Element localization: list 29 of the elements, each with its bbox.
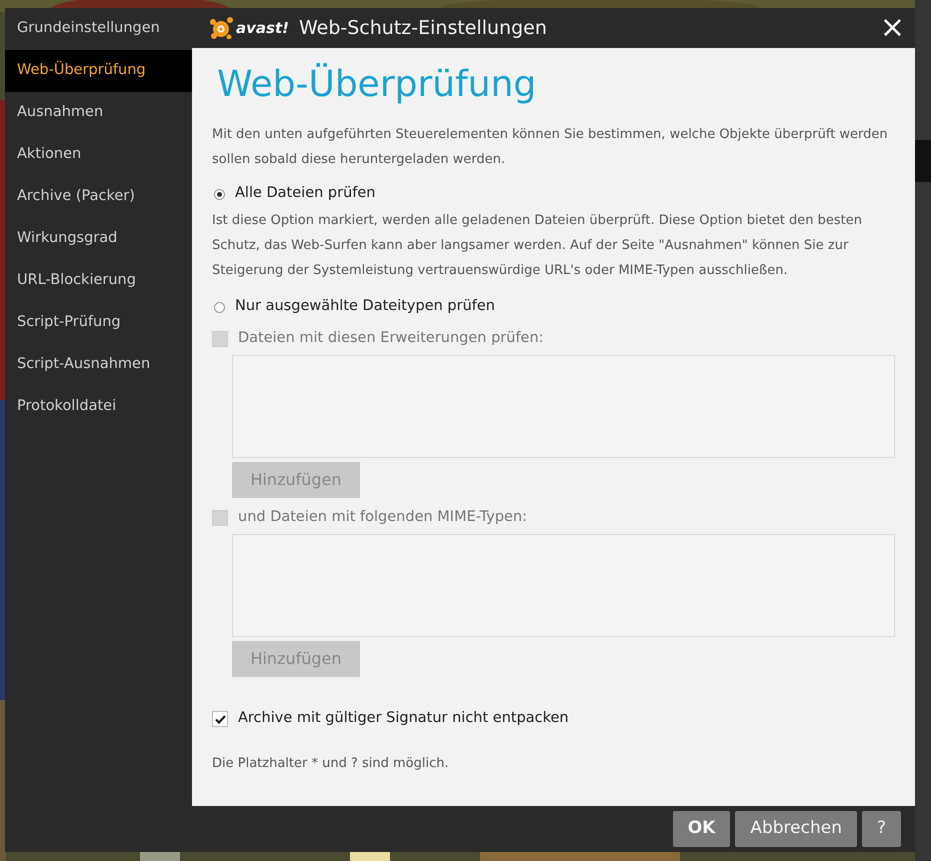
window-title: Web-Schutz-Einstellungen — [298, 16, 547, 41]
hint-text: Die Platzhalter * und ? sind möglich. — [212, 755, 450, 773]
sidebar-item[interactable]: Web-Überprüfung — [5, 50, 192, 92]
sidebar-item[interactable]: Script-Ausnahmen — [5, 344, 192, 386]
sidebar-item[interactable]: Script-Prüfung — [5, 302, 192, 344]
sidebar-item[interactable]: Protokolldatei — [5, 386, 192, 428]
dialog-button[interactable]: Abbrechen — [735, 811, 857, 847]
radio-button[interactable] — [214, 188, 225, 200]
dialog-button[interactable]: OK — [672, 811, 730, 847]
radio-button[interactable] — [214, 302, 225, 312]
sidebar-item[interactable]: URL-Blockierung — [5, 260, 192, 302]
checkbox-label: Dateien mit diesen Erweiterungen prüfen: — [238, 329, 544, 348]
checkbox[interactable] — [212, 711, 228, 727]
page-heading: Web-Überprüfung — [217, 62, 538, 107]
logo-icon — [210, 17, 234, 39]
sidebar-item[interactable]: Wirkungsgrad — [5, 218, 192, 260]
dialog-button[interactable]: ? — [862, 811, 901, 847]
intro-text: Mit den unten aufgeführten Steuerelementen können Sie bestimmen, welche Objekte überprüft werden sollen sobald diese heruntergeladen werden. — [212, 126, 889, 169]
checkbox-label: und Dateien mit folgenden MIME-Typen: — [238, 508, 528, 528]
sidebar-item[interactable]: Grundeinstellungen — [5, 8, 192, 50]
option-description: Ist diese Option markiert, werden alle geladenen Dateien überprüft. Diese Option bietet den besten Schutz, das Web-Surfen kann aber langsamer werden. Auf der Seite "Ausnahmen" können Sie zur Steigerung der Systemleistung vertrauenswürdige URL's oder MIME-Typen ausschließen. — [212, 212, 863, 280]
radio-label[interactable]: Nur ausgewählte Dateitypen prüfen — [235, 296, 495, 318]
sidebar-item[interactable]: Archive (Packer) — [5, 176, 192, 218]
sidebar-item[interactable]: Ausnahmen — [5, 92, 192, 134]
radio-label[interactable]: Alle Dateien prüfen — [235, 183, 376, 205]
close-button[interactable]: × — [870, 13, 915, 43]
checkbox-label[interactable]: Archive mit gültiger Signatur nicht entpacken — [238, 708, 569, 730]
logo-text: avast! — [236, 18, 289, 39]
sidebar-item[interactable]: Aktionen — [5, 134, 192, 176]
